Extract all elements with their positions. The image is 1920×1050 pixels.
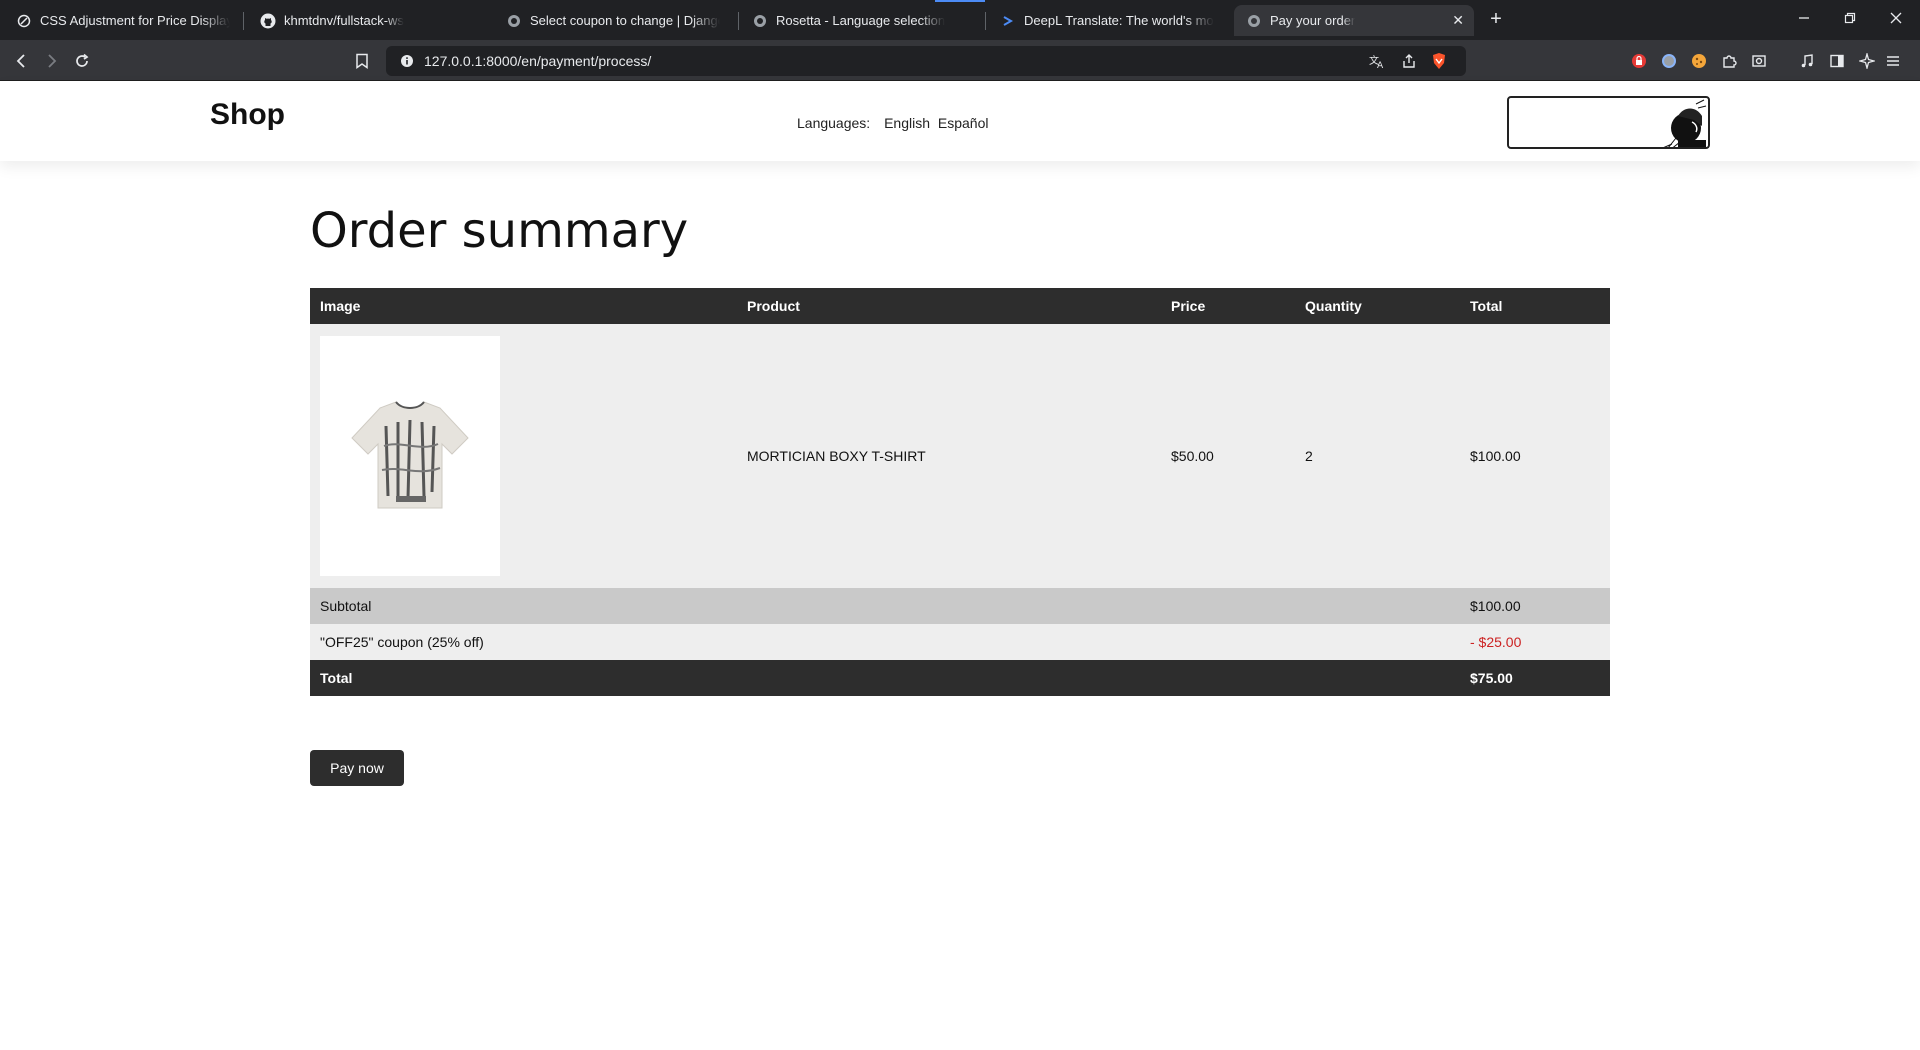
total-value: $75.00 [1460,660,1610,696]
minimize-icon[interactable] [1792,8,1816,32]
screenshot-icon[interactable] [1746,48,1772,74]
tab-title: DeepL Translate: The world's most accura… [1024,13,1214,28]
extension-red-icon[interactable] [1626,48,1652,74]
tab-title: khmtdnv/fullstack-ws [284,13,404,28]
browser-tab-bar: CSS Adjustment for Price Display - Gr kh… [0,0,1920,40]
site-logo[interactable]: Shop [210,98,285,132]
restore-icon[interactable] [1838,8,1862,32]
github-icon [260,13,276,29]
page-title: Order summary [310,203,689,259]
product-name: MORTICIAN BOXY T-SHIRT [737,324,1161,588]
column-header-price: Price [1161,288,1295,324]
globe-icon [752,13,768,29]
tab-django-coupon[interactable]: Select coupon to change | Django site [494,5,732,36]
tab-title: Rosetta - Language selection [776,13,946,28]
tab-separator [985,12,986,30]
character-illustration [1663,99,1707,147]
cart-box[interactable] [1507,96,1710,149]
table-header-row: Image Product Price Quantity Total [310,288,1610,324]
subtotal-label: Subtotal [310,588,1460,624]
forward-icon[interactable] [38,48,64,74]
globe-icon [1246,13,1262,29]
language-selector: Languages: English Español [797,115,988,131]
translate-icon[interactable]: 文A [1368,52,1386,70]
browser-toolbar: 127.0.0.1:8000/en/payment/process/ 文A [0,40,1920,81]
music-icon[interactable] [1794,48,1820,74]
language-link-english[interactable]: English [884,115,930,131]
tshirt-image [351,401,469,509]
menu-icon[interactable] [1880,48,1906,74]
tab-deepl[interactable]: DeepL Translate: The world's most accura… [988,5,1226,36]
tab-title: CSS Adjustment for Price Display - Gr [40,13,230,28]
cookie-icon[interactable] [1686,48,1712,74]
product-price: $50.00 [1161,324,1295,588]
tab-pay-your-order[interactable]: Pay your order ✕ [1234,5,1474,36]
tab-css-adjustment[interactable]: CSS Adjustment for Price Display - Gr [4,5,242,36]
globe-icon [506,13,522,29]
coupon-label: "OFF25" coupon (25% off) [310,624,1460,660]
sidebar-icon[interactable] [1824,48,1850,74]
column-header-total: Total [1460,288,1610,324]
svg-text:A: A [1377,61,1384,69]
tab-activity-indicator [935,0,985,2]
languages-label: Languages: [797,115,871,131]
reload-icon[interactable] [69,48,95,74]
coupon-row: "OFF25" coupon (25% off) - $25.00 [310,624,1610,660]
language-link-espanol[interactable]: Español [938,115,989,131]
column-header-product: Product [737,288,1161,324]
total-label: Total [310,660,1460,696]
extension-circle-icon[interactable] [1656,48,1682,74]
back-icon[interactable] [9,48,35,74]
brave-shields-icon[interactable] [1430,52,1448,70]
extensions-puzzle-icon[interactable] [1716,48,1742,74]
column-header-image: Image [310,288,737,324]
product-total: $100.00 [1460,324,1610,588]
column-header-quantity: Quantity [1295,288,1460,324]
openai-icon [16,13,32,29]
tab-separator [243,12,244,30]
bookmark-icon[interactable] [349,48,375,74]
table-row: MORTICIAN BOXY T-SHIRT $50.00 2 $100.00 [310,324,1610,588]
share-icon[interactable] [1400,52,1418,70]
product-quantity: 2 [1295,324,1460,588]
tab-github[interactable]: khmtdnv/fullstack-ws [248,5,486,36]
product-image[interactable] [320,336,500,576]
subtotal-row: Subtotal $100.00 [310,588,1610,624]
close-window-icon[interactable] [1884,8,1908,32]
tab-title: Select coupon to change | Django site [530,13,720,28]
new-tab-button[interactable]: + [1484,8,1508,32]
leo-ai-icon[interactable] [1854,48,1880,74]
tab-separator [738,12,739,30]
coupon-discount-value: - $25.00 [1460,624,1610,660]
deepl-icon [1000,13,1016,29]
order-summary-table: Image Product Price Quantity Total MORTI… [310,288,1610,696]
product-image-cell [310,324,737,588]
pay-now-button[interactable]: Pay now [310,750,404,786]
address-bar[interactable]: 127.0.0.1:8000/en/payment/process/ 文A [386,46,1466,76]
total-row: Total $75.00 [310,660,1610,696]
tab-rosetta[interactable]: Rosetta - Language selection [740,5,978,36]
tab-title: Pay your order [1270,13,1356,28]
close-tab-icon[interactable]: ✕ [1452,12,1464,29]
site-header: Shop Languages: English Español [0,81,1920,161]
url-text: 127.0.0.1:8000/en/payment/process/ [424,53,652,69]
subtotal-value: $100.00 [1460,588,1610,624]
site-info-icon[interactable] [398,52,416,70]
